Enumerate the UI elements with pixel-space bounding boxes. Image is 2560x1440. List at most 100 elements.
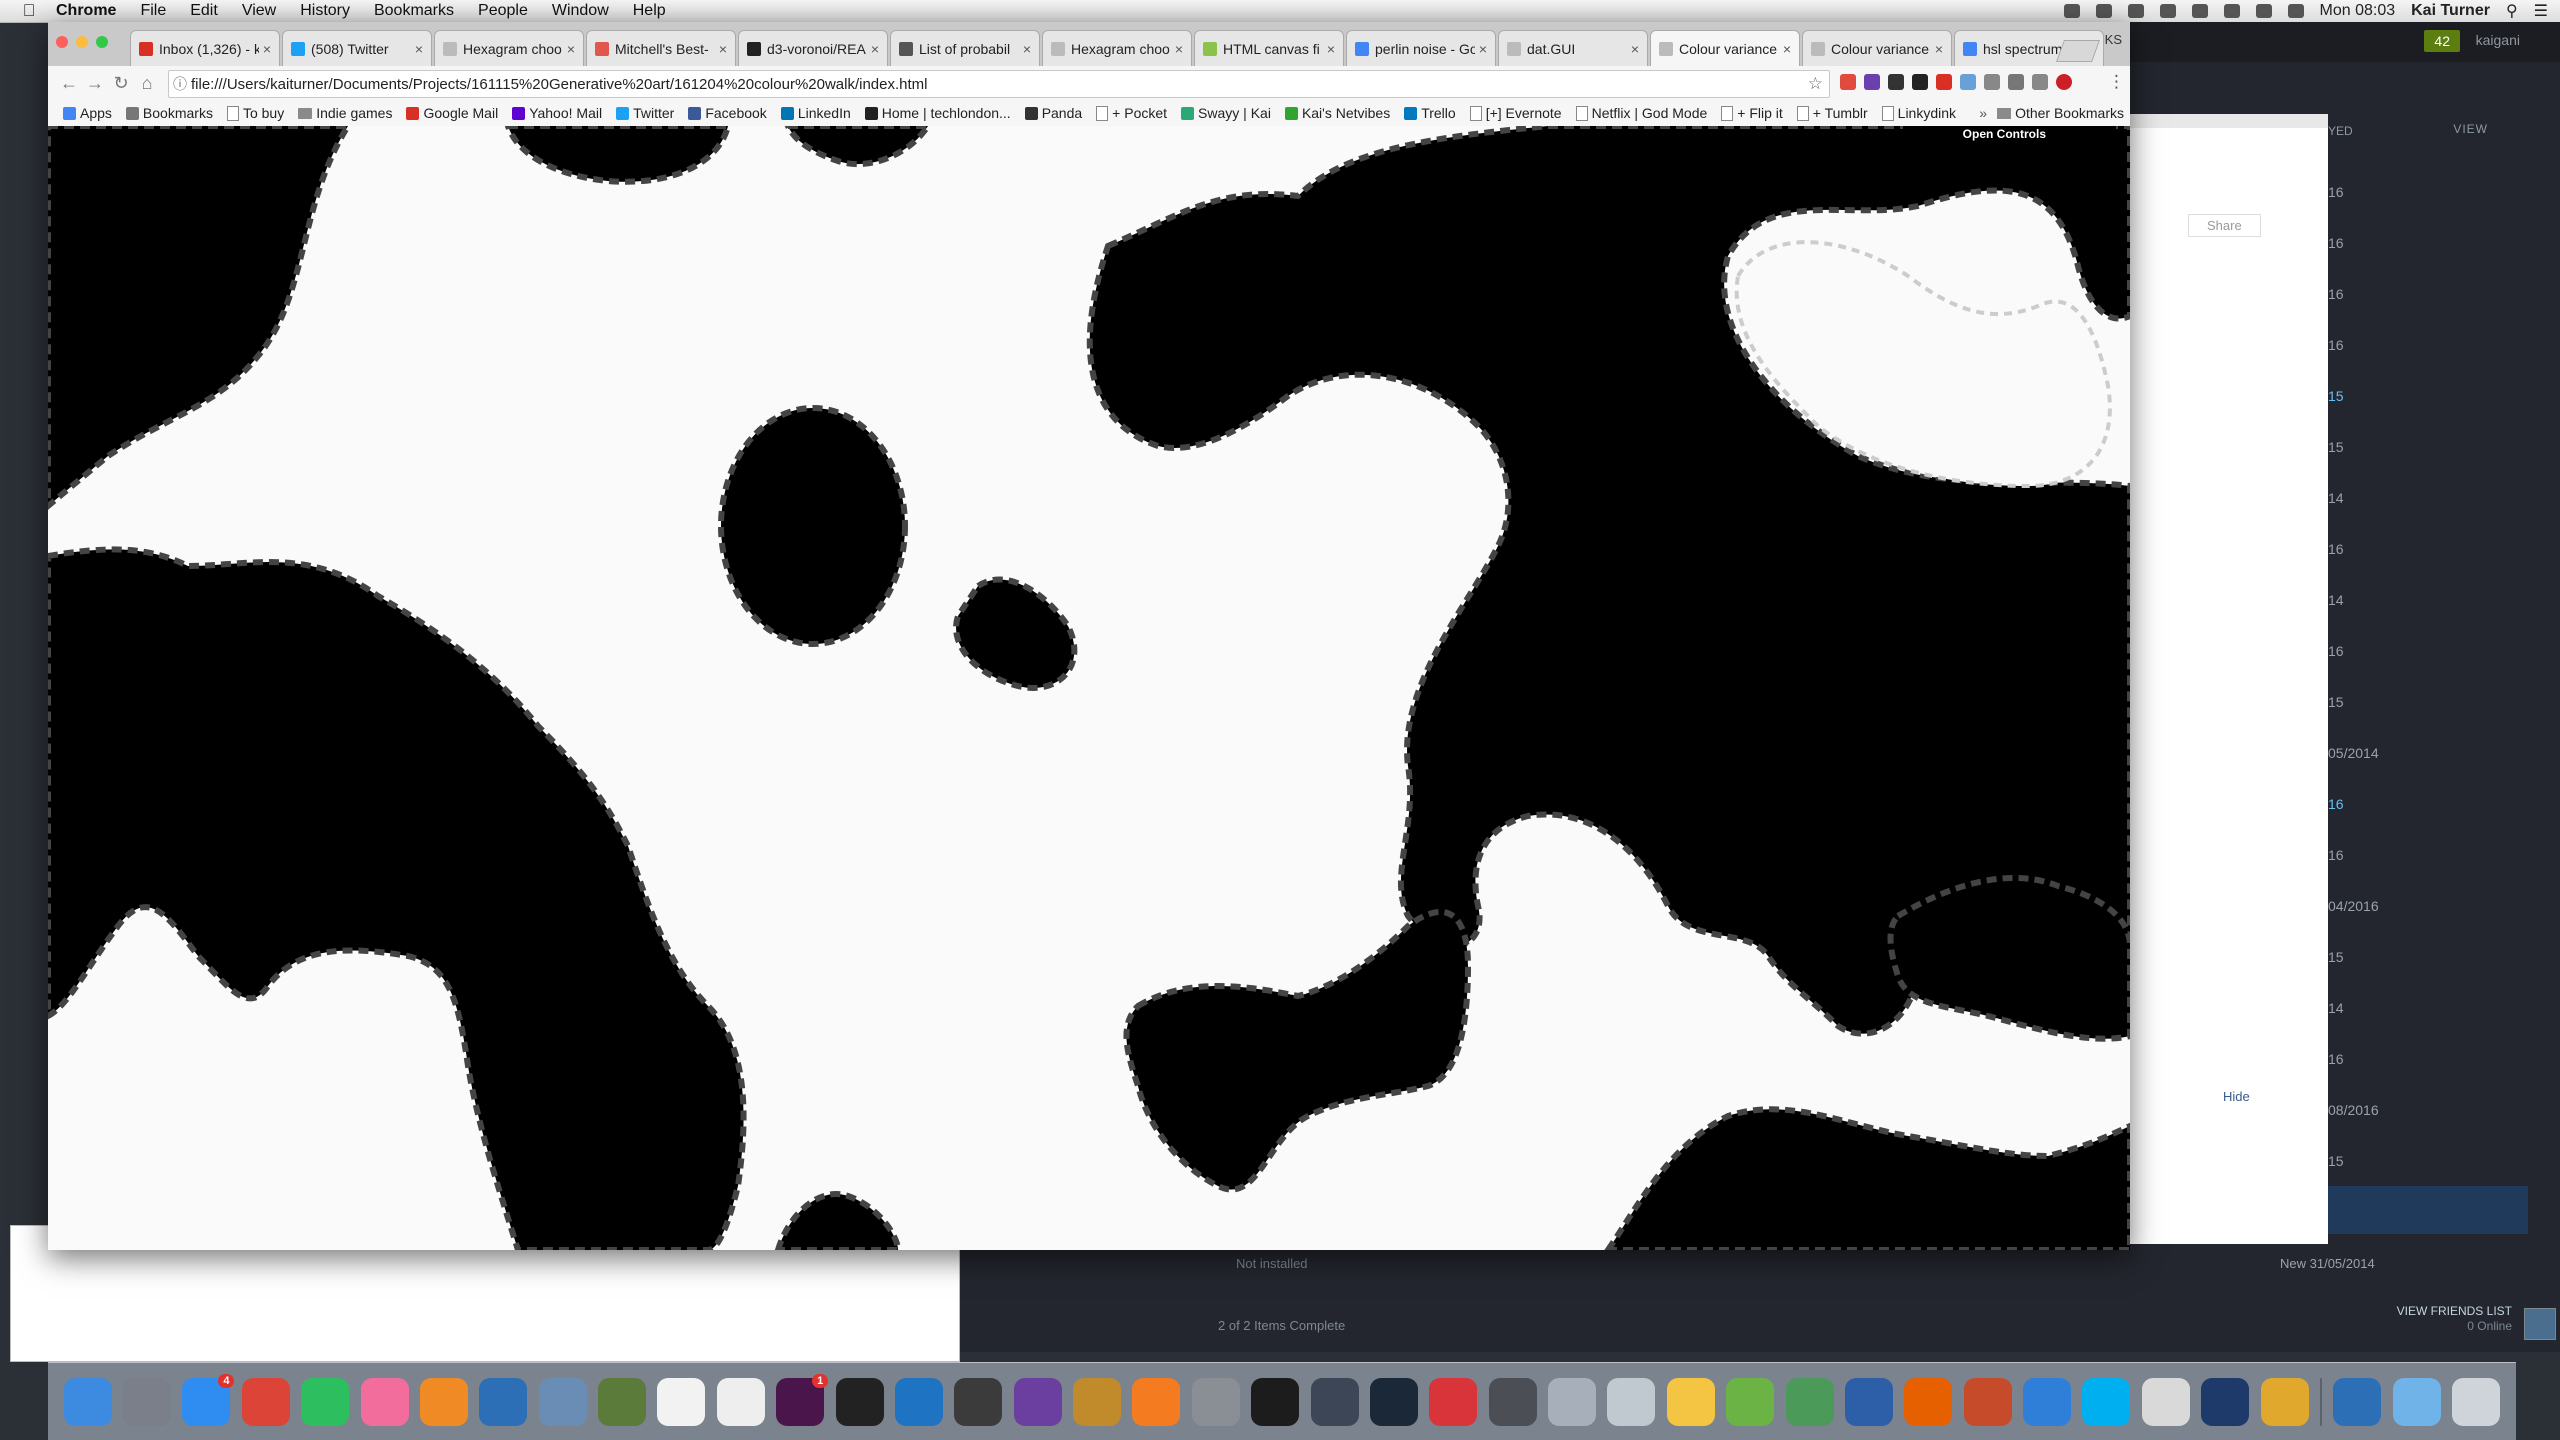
bookmark-item[interactable]: Yahoo! Mail	[505, 105, 609, 121]
tab-close-icon[interactable]: ×	[719, 41, 727, 57]
atom-icon[interactable]	[1310, 1377, 1359, 1426]
page-canvas[interactable]: Open Controls	[48, 126, 2130, 1250]
sublime-text-icon[interactable]	[954, 1377, 1003, 1426]
bookmark-item[interactable]: Linkydink	[1875, 105, 1963, 121]
bookmark-item[interactable]: Twitter	[609, 105, 681, 121]
other-bookmarks[interactable]: » Other Bookmarks	[1979, 105, 2124, 121]
tab-close-icon[interactable]: ×	[263, 41, 271, 57]
tab[interactable]: Hexagram choo ×	[1042, 30, 1192, 66]
tab[interactable]: List of probabil ×	[890, 30, 1040, 66]
extension-rss-icon[interactable]	[1840, 74, 1856, 90]
share-button[interactable]: Share	[2188, 214, 2261, 237]
steam-icon[interactable]	[1369, 1377, 1418, 1426]
terminal-icon[interactable]	[835, 1377, 884, 1426]
scrivener-icon[interactable]	[1073, 1377, 1122, 1426]
extension-slack-icon[interactable]	[1864, 74, 1880, 90]
recorder-icon[interactable]	[2141, 1377, 2190, 1426]
tab-close-icon[interactable]: ×	[415, 41, 423, 57]
bookmark-item[interactable]: + Pocket	[1089, 105, 1174, 121]
calendar-icon[interactable]	[657, 1377, 706, 1426]
imovie-icon[interactable]	[1013, 1377, 1062, 1426]
system-preferences-icon[interactable]	[1191, 1377, 1240, 1426]
evernote-status-icon[interactable]	[2095, 4, 2112, 18]
back-icon[interactable]: ←	[56, 73, 82, 94]
app-store-icon[interactable]: 4	[182, 1373, 235, 1426]
menu-view[interactable]: View	[230, 2, 288, 20]
zoom-window-button[interactable]	[96, 36, 108, 48]
tab-close-icon[interactable]: ×	[567, 41, 575, 57]
open-controls-button[interactable]: Open Controls	[1902, 126, 2116, 142]
apple-menu-icon[interactable]: 	[14, 1, 44, 21]
extension-cast-icon[interactable]	[1984, 74, 2000, 90]
tab-close-icon[interactable]: ×	[871, 41, 879, 57]
extension-mail-icon[interactable]	[1960, 74, 1976, 90]
extension-pocket-icon[interactable]	[2032, 74, 2048, 90]
notification-badge[interactable]: 42	[2424, 30, 2460, 52]
tab[interactable]: Mitchell's Best- ×	[586, 30, 736, 66]
bookmark-item[interactable]: To buy	[220, 105, 291, 121]
finder-icon[interactable]	[63, 1377, 112, 1426]
bookmark-star-icon[interactable]: ☆	[1808, 74, 1823, 94]
chrome-menu-icon[interactable]: ⋮	[2108, 72, 2125, 92]
bookmark-item[interactable]: Google Mail	[399, 105, 505, 121]
bookmark-item[interactable]: Facebook	[681, 105, 773, 121]
avatar[interactable]	[2524, 1308, 2556, 1340]
keynote-icon[interactable]	[2023, 1377, 2072, 1426]
profile-button[interactable]: KS	[2105, 32, 2122, 47]
extension-pinterest-icon[interactable]	[2056, 74, 2072, 90]
tab-close-icon[interactable]: ×	[1023, 41, 1031, 57]
globe-icon[interactable]	[1785, 1377, 1834, 1426]
bookmark-item[interactable]: + Flip it	[1714, 105, 1790, 121]
tab[interactable]: Colour variance ×	[1650, 30, 1800, 66]
slack-icon[interactable]: 1	[776, 1373, 829, 1426]
itunes-icon[interactable]	[360, 1377, 409, 1426]
bookmark-item[interactable]: LinkedIn	[774, 105, 858, 121]
compass-icon[interactable]	[1963, 1377, 2012, 1426]
transmit-icon[interactable]	[1844, 1377, 1893, 1426]
flashcards-icon[interactable]	[1429, 1377, 1478, 1426]
menu-people[interactable]: People	[466, 2, 540, 20]
textedit-icon[interactable]	[716, 1377, 765, 1426]
tab-close-icon[interactable]: ×	[1935, 41, 1943, 57]
android-studio-icon[interactable]	[1726, 1377, 1775, 1426]
vlc-icon[interactable]	[1132, 1377, 1181, 1426]
menu-history[interactable]: History	[288, 2, 362, 20]
tab-close-icon[interactable]: ×	[1783, 41, 1791, 57]
1password-icon[interactable]	[479, 1377, 528, 1426]
time-machine-icon[interactable]	[2159, 4, 2176, 18]
photos-icon[interactable]	[1666, 1377, 1715, 1426]
tab[interactable]: dat.GUI ×	[1498, 30, 1648, 66]
bookmark-item[interactable]: Bookmarks	[119, 105, 220, 121]
chrome-icon[interactable]	[241, 1377, 290, 1426]
bookmarks-overflow-icon[interactable]: »	[1979, 105, 1987, 121]
address-bar[interactable]: ⓘ file:///Users/kaiturner/Documents/Proj…	[168, 70, 1830, 98]
evernote-icon[interactable]	[301, 1377, 350, 1426]
keyboard-icon[interactable]	[1548, 1377, 1597, 1426]
tab[interactable]: Inbox (1,326) - k ×	[130, 30, 280, 66]
sync-status-icon[interactable]	[2127, 4, 2144, 18]
steam-username[interactable]: kaigani	[2476, 32, 2520, 48]
tab[interactable]: Colour variance ×	[1802, 30, 1952, 66]
bookmark-item[interactable]: Netflix | God Mode	[1569, 105, 1715, 121]
extension-function-icon[interactable]	[1888, 74, 1904, 90]
bookmark-item[interactable]: Kai's Netvibes	[1278, 105, 1397, 121]
tab[interactable]: d3-voronoi/REA ×	[738, 30, 888, 66]
tab-close-icon[interactable]: ×	[1631, 41, 1639, 57]
tab[interactable]: perlin noise - Go ×	[1346, 30, 1496, 66]
extension-info-icon[interactable]	[2008, 74, 2024, 90]
bookmark-item[interactable]: Panda	[1018, 105, 1089, 121]
friends-list-button[interactable]: VIEW FRIENDS LIST 0 Online	[2397, 1304, 2512, 1334]
downloads-status[interactable]: 2 of 2 Items Complete	[1218, 1318, 1345, 1333]
bookmark-item[interactable]: + Tumblr	[1790, 105, 1875, 121]
wifi-icon[interactable]	[2223, 4, 2240, 18]
hide-button[interactable]: Hide	[2223, 1089, 2250, 1104]
launchpad-icon[interactable]	[123, 1377, 172, 1426]
automator-icon[interactable]	[598, 1377, 647, 1426]
tab[interactable]: (508) Twitter ×	[282, 30, 432, 66]
tab-close-icon[interactable]: ×	[1327, 41, 1335, 57]
photo-browser-icon[interactable]	[1607, 1377, 1656, 1426]
bookmark-item[interactable]: Indie games	[291, 105, 399, 121]
elite-dangerous-icon[interactable]	[1488, 1377, 1537, 1426]
menu-file[interactable]: File	[128, 2, 178, 20]
extension-gmail-icon[interactable]	[1936, 74, 1952, 90]
